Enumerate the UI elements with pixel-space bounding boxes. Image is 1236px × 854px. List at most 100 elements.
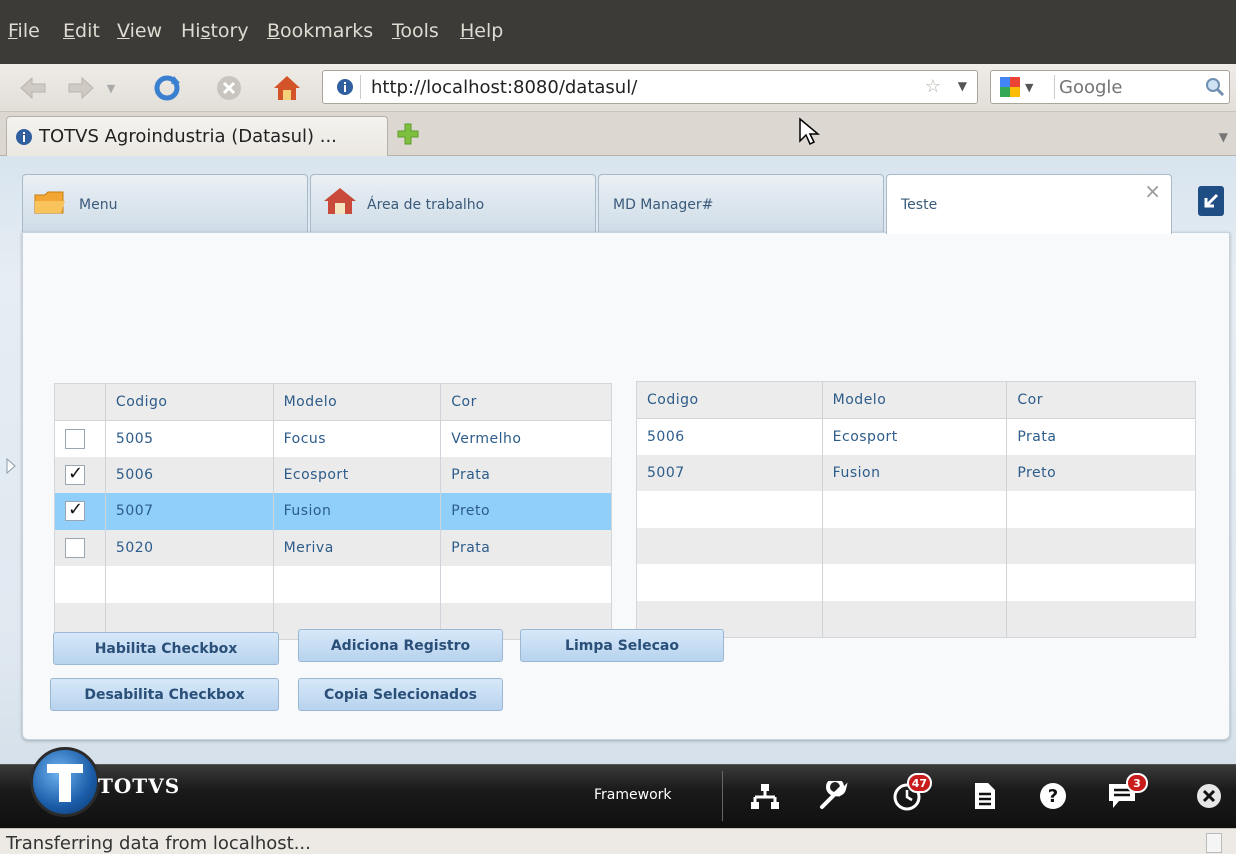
back-button[interactable] [18,73,48,103]
tab-label: Teste [901,197,938,213]
bookmark-star-icon[interactable]: ☆ [925,76,941,97]
table-row[interactable]: 5005 Focus Vermelho [54,420,612,457]
table-row[interactable]: 5006 Ecosport Prata [636,418,1196,455]
tab-menu[interactable]: Menu [22,174,308,232]
table-row[interactable]: 5007 Fusion Preto [636,454,1196,491]
back-arrow-icon [20,76,46,100]
menu-bookmarks[interactable]: Bookmarks [267,20,373,42]
row-checkbox[interactable] [65,537,85,558]
column-header-cor[interactable]: Cor [440,383,612,421]
hierarchy-button[interactable] [748,779,782,813]
menu-file[interactable]: File [8,20,40,42]
row-checkbox[interactable] [65,428,85,449]
totvs-logo[interactable]: TOTVS [30,745,180,825]
tools-button[interactable] [816,779,850,813]
browser-tab[interactable]: TOTVS Agroindustria (Datasul) ... [6,116,388,156]
globe-icon [336,79,353,95]
hierarchy-icon [751,784,779,809]
checkbox-column-header [54,383,106,421]
menu-edit[interactable]: Edit [63,20,100,42]
menu-history[interactable]: History [181,20,249,42]
site-identity-button[interactable] [329,75,361,99]
address-bar[interactable]: http://localhost:8080/datasul/ ☆ ▼ [322,70,978,104]
new-tab-button[interactable] [396,122,420,150]
tab-label: Menu [79,197,118,213]
grid-header-row: Codigo Modelo Cor [636,381,1196,419]
magnifier-icon [1206,78,1225,97]
cell-cor: Prata [1006,418,1196,455]
google-logo-icon [1000,77,1020,97]
column-header-modelo[interactable]: Modelo [273,383,442,421]
home-button[interactable] [272,73,302,103]
menu-view[interactable]: View [117,20,162,42]
content-panel: Codigo Modelo Cor 5005 Focus Vermelho 50… [22,232,1230,740]
cell-codigo: 5006 [105,456,274,493]
desabilita-checkbox-button[interactable]: Desabilita Checkbox [50,678,279,711]
history-button[interactable]: 47 [890,773,932,813]
house-icon [324,188,356,214]
grid-header-row: Codigo Modelo Cor [54,383,612,421]
menu-help[interactable]: Help [460,20,503,42]
help-button[interactable]: ? [1036,779,1070,813]
forward-button[interactable] [66,73,96,103]
tab-md-manager[interactable]: MD Manager# [598,174,884,232]
row-checkbox[interactable] [65,463,85,485]
table-row-selected[interactable]: 5007 Fusion Preto [54,493,612,530]
url-text: http://localhost:8080/datasul/ [371,77,638,98]
empty-row [54,566,612,603]
tab-teste[interactable]: Teste × [886,174,1172,234]
status-text: Transferring data from localhost... [6,833,311,854]
close-icon[interactable]: × [1144,179,1161,203]
url-dropdown-icon[interactable]: ▼ [958,79,967,93]
expand-button[interactable] [1198,186,1224,216]
messages-button[interactable]: 3 [1106,773,1148,813]
tab-label: MD Manager# [613,197,714,213]
cell-modelo: Meriva [273,529,442,566]
menu-tools[interactable]: Tools [392,20,439,42]
search-go-button[interactable] [1205,77,1225,101]
cell-cor: Prata [440,456,612,493]
copia-selecionados-button[interactable]: Copia Selecionados [298,678,503,711]
sidebar-toggle-arrow-icon[interactable] [6,458,16,474]
tab-area-de-trabalho[interactable]: Área de trabalho [310,174,596,232]
cell-modelo: Ecosport [273,456,442,493]
home-icon [274,76,300,100]
tab-list-dropdown[interactable]: ▼ [1219,130,1228,144]
source-grid: Codigo Modelo Cor 5005 Focus Vermelho 50… [54,383,612,640]
row-checkbox[interactable] [65,499,85,522]
limpa-selecao-button[interactable]: Limpa Selecao [520,629,724,662]
cell-codigo: 5020 [105,529,274,566]
logo-text: TOTVS [98,774,181,798]
column-header-codigo[interactable]: Codigo [636,381,823,419]
reload-button[interactable] [152,73,182,103]
empty-row [636,564,1196,601]
menu-bar: File Edit View History Bookmarks Tools H… [0,0,1236,64]
svg-text:?: ? [1048,786,1058,807]
column-header-codigo[interactable]: Codigo [105,383,274,421]
stop-button[interactable] [214,73,244,103]
habilita-checkbox-button[interactable]: Habilita Checkbox [53,632,279,665]
column-header-cor[interactable]: Cor [1006,381,1196,419]
forward-arrow-icon [68,76,94,100]
cell-cor: Preto [1006,454,1196,491]
table-row[interactable]: 5020 Meriva Prata [54,529,612,566]
adiciona-registro-button[interactable]: Adiciona Registro [298,629,503,662]
exit-button[interactable] [1192,779,1226,813]
documents-button[interactable] [968,779,1002,813]
messages-badge: 3 [1126,773,1148,793]
cell-cor: Preto [440,493,612,530]
favicon-icon [16,128,32,145]
mouse-cursor-icon [798,117,821,151]
empty-row [636,491,1196,528]
column-header-modelo[interactable]: Modelo [822,381,1008,419]
search-engine-selector[interactable]: ▼ [995,75,1055,99]
search-input[interactable] [1059,75,1199,99]
plus-icon [397,123,419,145]
table-row[interactable]: 5006 Ecosport Prata [54,456,612,493]
browser-tab-strip: TOTVS Agroindustria (Datasul) ... ▼ [0,112,1236,156]
totvs-globe-icon [30,747,100,817]
navigation-toolbar: ▼ http://localhost:8080/datasul/ ☆ ▼ ▼ [0,64,1236,112]
history-dropdown[interactable]: ▼ [100,73,122,103]
cell-modelo: Fusion [273,493,442,530]
search-box[interactable]: ▼ [990,70,1230,104]
